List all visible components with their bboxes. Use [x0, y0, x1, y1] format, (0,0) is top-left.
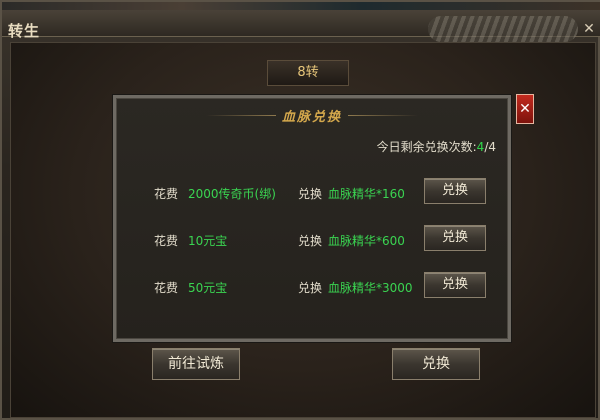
exchange-row: 花费 50元宝 兑换 血脉精华*3000 兑换	[116, 269, 508, 303]
exchange-row: 花费 2000传奇币(绑) 兑换 血脉精华*160 兑换	[116, 175, 508, 209]
cost-value: 2000传奇币(绑)	[188, 187, 276, 201]
window-title: 转生	[8, 22, 41, 40]
dialog-close-icon[interactable]: ✕	[516, 94, 534, 124]
remaining-label: 今日剩余兑换次数:	[376, 140, 477, 154]
dialog-title: 血脉兑换	[281, 110, 342, 125]
rebirth-stage-label: 8转	[267, 60, 349, 86]
exchange-label: 兑换	[298, 234, 323, 248]
exchange-row-button[interactable]: 兑换	[424, 225, 486, 251]
reward-value: 血脉精华*600	[328, 234, 405, 248]
cost-label: 花费	[154, 187, 179, 201]
reward-value: 血脉精华*160	[328, 187, 405, 201]
exchange-label: 兑换	[298, 281, 323, 295]
remaining-total: 4	[488, 140, 496, 154]
cost-label: 花费	[154, 281, 179, 295]
go-trial-button[interactable]: 前往试炼	[152, 348, 240, 380]
dialog-title-wrap: 血脉兑换	[116, 106, 508, 126]
exchange-row-button[interactable]: 兑换	[424, 178, 486, 204]
exchange-button[interactable]: 兑换	[392, 348, 480, 380]
cost-value: 10元宝	[188, 234, 228, 248]
remaining-exchanges: 今日剩余兑换次数:4/4	[377, 138, 496, 155]
cost-label: 花费	[154, 234, 179, 248]
window-close-icon[interactable]: ✕	[580, 20, 598, 38]
exchange-row: 花费 10元宝 兑换 血脉精华*600 兑换	[116, 222, 508, 256]
cost-value: 50元宝	[188, 281, 228, 295]
dragon-ornament-icon	[428, 16, 578, 42]
exchange-label: 兑换	[298, 187, 323, 201]
reward-value: 血脉精华*3000	[328, 281, 413, 295]
title-bar: 转生 ✕	[2, 10, 600, 42]
bloodline-exchange-dialog: 血脉兑换 今日剩余兑换次数:4/4 花费 2000传奇币(绑) 兑换 血脉精华*…	[113, 95, 511, 342]
exchange-row-button[interactable]: 兑换	[424, 272, 486, 298]
